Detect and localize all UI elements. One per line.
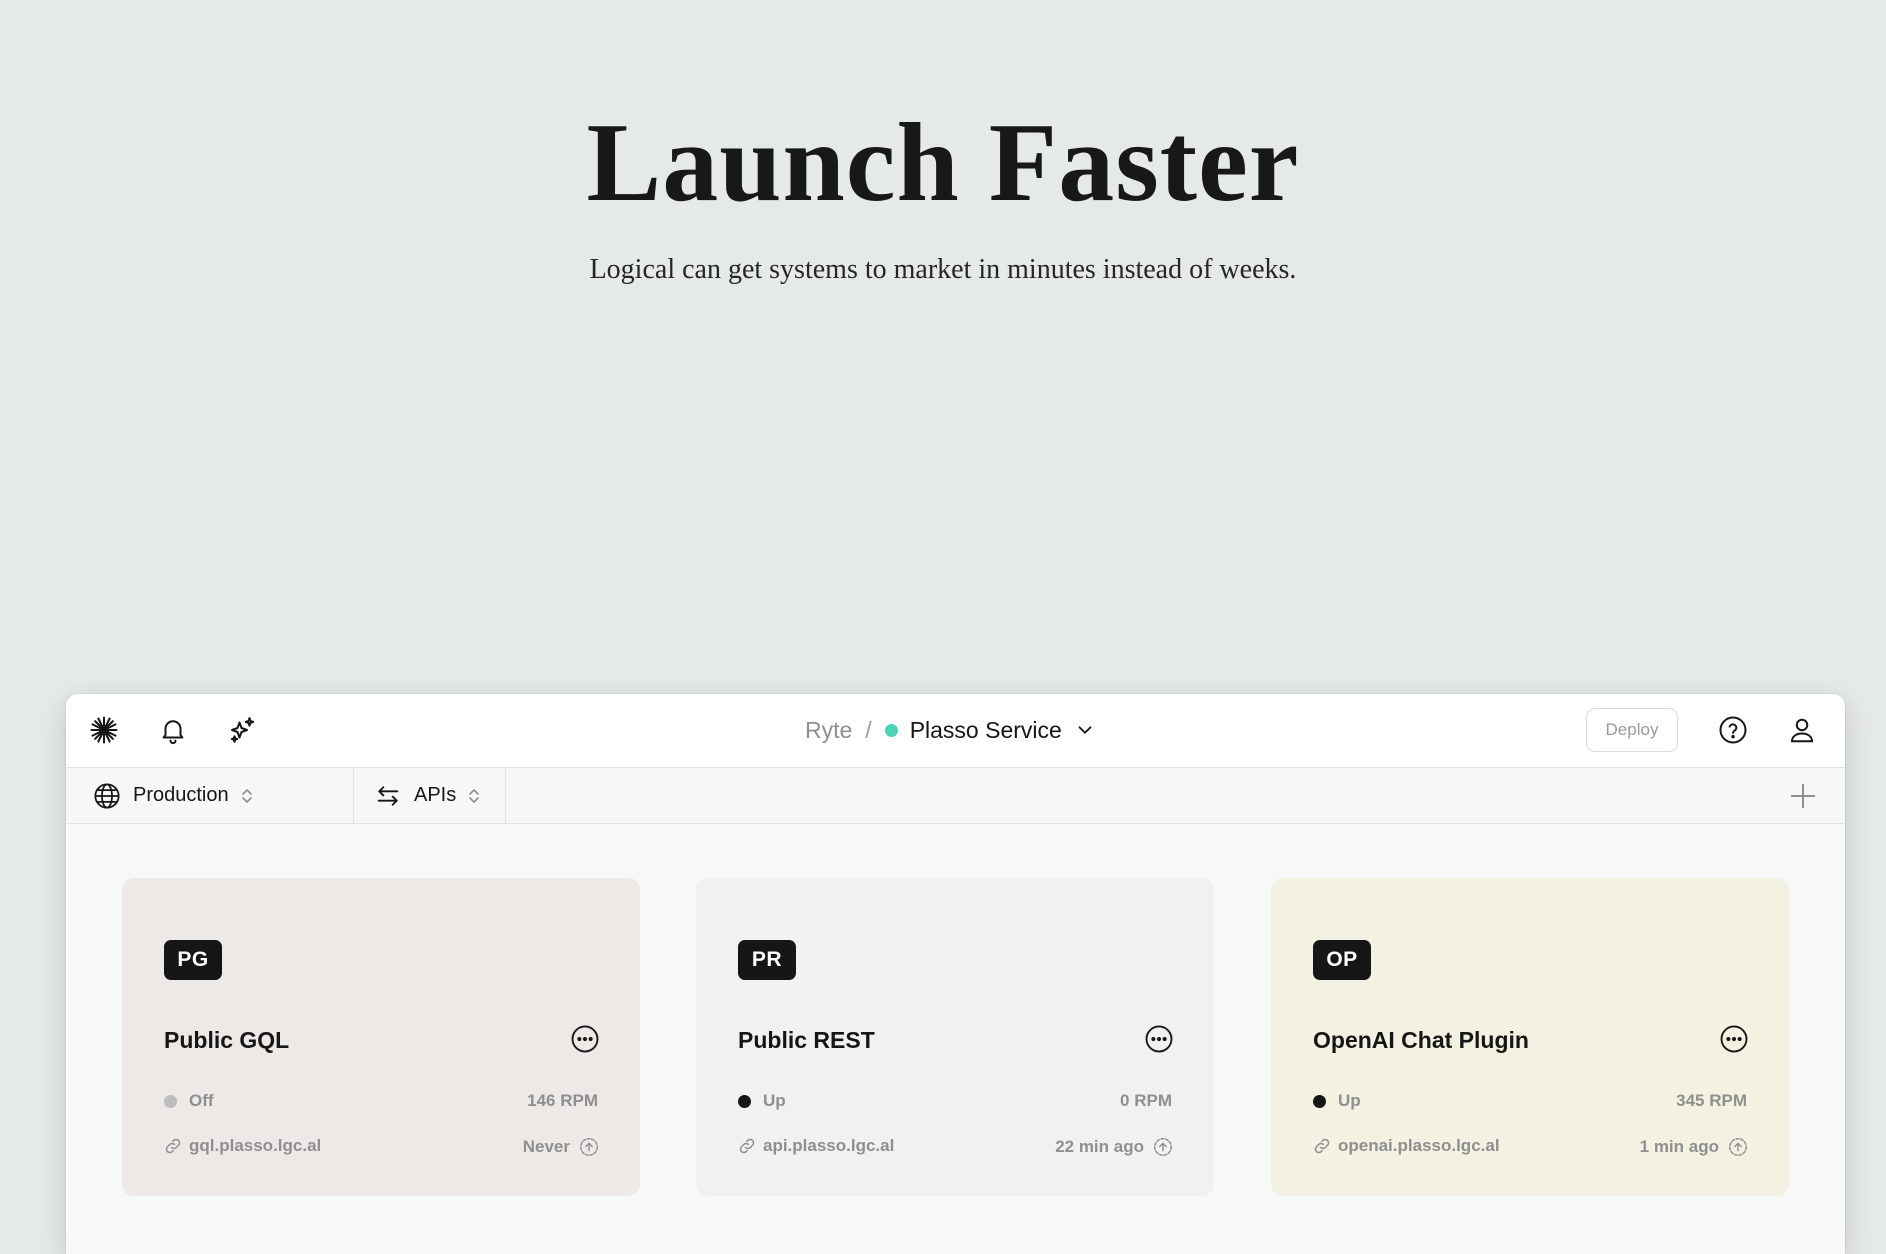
card-url-link[interactable]: openai.plasso.lgc.al [1313,1136,1500,1156]
card-title[interactable]: Public REST [738,1027,875,1054]
status-label: Off [189,1091,214,1110]
api-card[interactable]: PR Public REST Up 0 RPM api.plasso.lgc.a… [696,878,1214,1196]
deployed-time: 22 min ago [1055,1137,1144,1156]
deploy-button[interactable]: Deploy [1586,708,1678,752]
card-rpm: 345 RPM [1676,1091,1747,1110]
deployed-time: Never [522,1137,570,1156]
deploy-upload-icon[interactable] [578,1136,600,1158]
more-options-icon[interactable] [1144,1024,1174,1054]
status-dot [738,1094,751,1108]
card-deployed: 1 min ago [1640,1136,1749,1158]
status-label: Up [1338,1091,1361,1110]
chevron-updown-icon [469,788,480,803]
url-text: gql.plasso.lgc.al [189,1136,322,1155]
breadcrumb[interactable]: Ryte / Plasso Service [805,712,1096,748]
breadcrumb-service[interactable]: Plasso Service [910,717,1062,744]
deploy-upload-icon[interactable] [1152,1136,1174,1158]
service-status-dot [884,723,898,737]
deployed-time: 1 min ago [1639,1137,1719,1156]
url-text: api.plasso.lgc.al [763,1136,895,1155]
deploy-upload-icon[interactable] [1727,1136,1749,1158]
card-title[interactable]: OpenAI Chat Plugin [1313,1027,1529,1054]
hero-subtitle: Logical can get systems to market in min… [589,254,1297,285]
breadcrumb-separator: / [865,716,872,743]
app-window: Ryte / Plasso Service Deploy Production … [66,694,1845,1254]
api-card[interactable]: OP OpenAI Chat Plugin Up 345 RPM openai.… [1271,878,1789,1196]
environment-label: Production [133,784,229,806]
card-badge: PG [164,940,222,980]
link-icon [739,1138,755,1154]
sub-toolbar: Production APIs [66,768,1845,824]
link-icon [1314,1138,1330,1154]
environment-selector[interactable]: Production [93,768,354,823]
bell-icon[interactable] [155,712,191,748]
section-selector[interactable]: APIs [354,768,506,823]
more-options-icon[interactable] [1719,1024,1749,1054]
user-icon[interactable] [1784,712,1820,748]
card-url-link[interactable]: gql.plasso.lgc.al [164,1136,321,1156]
status-label: Up [763,1091,786,1110]
card-rpm: 146 RPM [527,1091,598,1110]
card-deployed: 22 min ago [1055,1136,1174,1158]
help-icon[interactable] [1715,712,1751,748]
sparkles-icon[interactable] [224,712,260,748]
card-badge: OP [1313,940,1371,980]
card-status: Up [738,1091,786,1111]
status-dot [164,1094,177,1108]
hero-title: Launch Faster [586,101,1300,225]
top-bar: Ryte / Plasso Service Deploy [66,694,1845,768]
card-deployed: Never [523,1136,600,1158]
globe-icon [94,782,120,809]
link-icon [165,1138,181,1154]
add-plus-icon[interactable] [1788,781,1818,811]
chevron-updown-icon [241,788,252,803]
card-badge: PR [738,940,796,980]
breadcrumb-org[interactable]: Ryte [805,717,852,744]
api-card[interactable]: PG Public GQL Off 146 RPM gql.plasso.lgc… [122,878,640,1196]
status-dot [1313,1094,1326,1108]
card-url-link[interactable]: api.plasso.lgc.al [738,1136,894,1156]
arrows-left-right-icon [377,785,399,806]
asterisk-logo-icon[interactable] [86,712,122,748]
card-title[interactable]: Public GQL [164,1027,289,1054]
url-text: openai.plasso.lgc.al [1338,1136,1500,1155]
section-label: APIs [414,784,457,806]
more-options-icon[interactable] [570,1024,600,1054]
card-rpm: 0 RPM [1120,1091,1172,1110]
card-status: Off [164,1091,214,1111]
chevron-down-icon[interactable] [1074,719,1096,741]
card-status: Up [1313,1091,1361,1111]
